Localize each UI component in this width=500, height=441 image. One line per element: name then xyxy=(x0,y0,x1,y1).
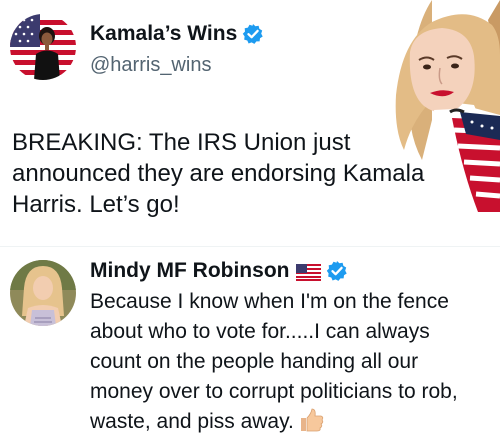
display-name-text: Kamala’s Wins xyxy=(90,22,238,45)
verified-badge-icon xyxy=(326,260,348,282)
reply-text-container: Because I know when I'm on the fence abo… xyxy=(90,287,475,437)
main-tweet[interactable]: Kamala’s Wins @harris_wins BREAKING: The… xyxy=(0,0,500,246)
reply-text: Because I know when I'm on the fence abo… xyxy=(90,290,458,433)
us-flag-emoji-icon xyxy=(296,263,322,281)
avatar-mindy-robinson[interactable] xyxy=(10,260,76,326)
woman-sticker-image xyxy=(392,0,500,212)
reply-display-name[interactable]: Mindy MF Robinson xyxy=(90,259,348,283)
display-name[interactable]: Kamala’s Wins xyxy=(90,22,264,46)
thumbs-up-emoji-icon xyxy=(298,408,324,432)
verified-badge-icon xyxy=(242,23,264,45)
username-handle[interactable]: @harris_wins xyxy=(90,54,211,77)
avatar-kamalas-wins[interactable] xyxy=(10,14,76,80)
reply-display-name-text: Mindy MF Robinson xyxy=(90,259,290,282)
reply-tweet[interactable]: Mindy MF Robinson Because I know when I'… xyxy=(0,247,500,441)
